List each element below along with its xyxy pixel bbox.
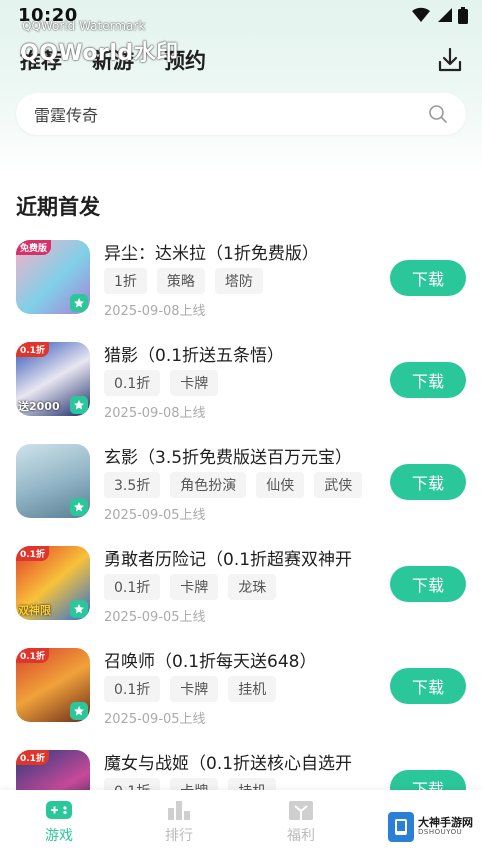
watermark-small-text: QQWorld Watermark bbox=[22, 19, 146, 33]
game-tag: 卡牌 bbox=[170, 574, 219, 600]
download-button[interactable]: 下载 bbox=[390, 566, 466, 602]
game-tag: 卡牌 bbox=[170, 370, 219, 396]
game-tag: 3.5折 bbox=[104, 472, 161, 498]
game-tag: 龙珠 bbox=[228, 574, 277, 600]
game-icon-caption: 送2000 bbox=[18, 400, 60, 413]
game-icon-badge: 0.1折 bbox=[16, 750, 49, 765]
nav-label: 游戏 bbox=[45, 828, 73, 844]
game-item[interactable]: 0.1折 召唤师（0.1折每天送648） 0.1折 卡牌 挂机 2025-09-… bbox=[0, 644, 482, 746]
site-logo: 大神手游网 DSHOUYOU bbox=[388, 812, 473, 842]
game-tags: 0.1折 卡牌 bbox=[104, 370, 219, 396]
game-icon[interactable]: 0.1折 双神限 bbox=[16, 546, 90, 620]
site-logo-icon bbox=[388, 812, 414, 842]
game-icon-badge: 0.1折 bbox=[16, 546, 49, 561]
game-tags: 0.1折 卡牌 挂机 bbox=[104, 676, 277, 702]
game-name: 玄影（3.5折免费版送百万元宝） bbox=[104, 448, 353, 468]
game-tag: 塔防 bbox=[214, 268, 263, 294]
status-icons bbox=[412, 6, 468, 24]
nav-label: 福利 bbox=[287, 828, 315, 844]
game-icon[interactable]: 0.1折 送2000 bbox=[16, 342, 90, 416]
game-tag: 卡牌 bbox=[170, 676, 219, 702]
game-tag: 挂机 bbox=[228, 676, 277, 702]
signal-icon bbox=[438, 8, 452, 22]
game-release-date: 2025-09-08上线 bbox=[104, 406, 206, 421]
gamepad-icon bbox=[46, 801, 72, 819]
game-icon-badge: 0.1折 bbox=[16, 342, 49, 357]
game-icon[interactable] bbox=[16, 444, 90, 518]
watermark-big-text: QQWorld水印 bbox=[20, 41, 179, 66]
site-logo-subtitle: DSHOUYOU bbox=[418, 828, 463, 837]
download-button[interactable]: 下载 bbox=[390, 260, 466, 296]
game-name: 魔女与战姬（0.1折送核心自选开 bbox=[104, 754, 353, 774]
search-bar[interactable] bbox=[16, 93, 466, 135]
game-tags: 1折 策略 塔防 bbox=[104, 268, 263, 294]
wifi-icon bbox=[412, 7, 430, 23]
game-icon-badge: 0.1折 bbox=[16, 648, 49, 663]
game-release-date: 2025-09-05上线 bbox=[104, 508, 206, 523]
game-tag: 0.1折 bbox=[104, 574, 161, 600]
favorite-icon bbox=[70, 600, 88, 618]
download-button[interactable]: 下载 bbox=[390, 362, 466, 398]
nav-item-ranking[interactable]: 排行 bbox=[139, 798, 219, 845]
search-icon[interactable] bbox=[428, 104, 448, 124]
favorite-icon bbox=[70, 294, 88, 312]
game-icon-caption: 双神限 bbox=[18, 604, 51, 617]
game-tag: 策略 bbox=[156, 268, 205, 294]
game-icon[interactable]: 0.1折 bbox=[16, 648, 90, 722]
game-item[interactable]: 玄影（3.5折免费版送百万元宝） 3.5折 角色扮演 仙侠 武侠 2025-09… bbox=[0, 440, 482, 542]
favorite-icon bbox=[70, 396, 88, 414]
game-release-date: 2025-09-05上线 bbox=[104, 610, 206, 625]
game-item[interactable]: 0.1折 送2000 猎影（0.1折送五条悟） 0.1折 卡牌 2025-09-… bbox=[0, 338, 482, 440]
download-button[interactable]: 下载 bbox=[390, 668, 466, 704]
site-logo-text: 大神手游网 DSHOUYOU bbox=[418, 817, 473, 837]
game-name: 勇敢者历险记（0.1折超赛双神开 bbox=[104, 550, 353, 570]
game-name: 猎影（0.1折送五条悟） bbox=[104, 346, 285, 366]
game-list: 免费版 异尘：达米拉（1折免费版） 1折 策略 塔防 2025-09-08上线 … bbox=[0, 236, 482, 848]
download-manager-icon[interactable] bbox=[436, 46, 464, 74]
game-name: 召唤师（0.1折每天送648） bbox=[104, 652, 317, 672]
game-tag: 角色扮演 bbox=[170, 472, 247, 498]
nav-item-games[interactable]: 游戏 bbox=[19, 798, 99, 845]
game-icon[interactable]: 免费版 bbox=[16, 240, 90, 314]
game-tag: 0.1折 bbox=[104, 676, 161, 702]
battery-icon bbox=[458, 6, 468, 24]
game-name: 异尘：达米拉（1折免费版） bbox=[104, 244, 319, 264]
search-input[interactable] bbox=[34, 104, 428, 124]
game-item[interactable]: 0.1折 双神限 勇敢者历险记（0.1折超赛双神开 0.1折 卡牌 龙珠 202… bbox=[0, 542, 482, 644]
game-tag: 武侠 bbox=[314, 472, 363, 498]
favorite-icon bbox=[70, 702, 88, 720]
download-button[interactable]: 下载 bbox=[390, 464, 466, 500]
favorite-icon bbox=[70, 498, 88, 516]
nav-item-welfare[interactable]: 福利 bbox=[261, 798, 341, 845]
game-tag: 0.1折 bbox=[104, 370, 161, 396]
game-icon-badge: 免费版 bbox=[16, 240, 52, 255]
game-item[interactable]: 免费版 异尘：达米拉（1折免费版） 1折 策略 塔防 2025-09-08上线 … bbox=[0, 236, 482, 338]
ranking-icon bbox=[168, 801, 190, 820]
game-release-date: 2025-09-05上线 bbox=[104, 712, 206, 727]
game-tags: 3.5折 角色扮演 仙侠 武侠 bbox=[104, 472, 363, 498]
nav-label: 排行 bbox=[165, 828, 193, 844]
game-tag: 1折 bbox=[104, 268, 147, 294]
game-release-date: 2025-09-08上线 bbox=[104, 304, 206, 319]
section-title: 近期首发 bbox=[16, 195, 100, 219]
game-tags: 0.1折 卡牌 龙珠 bbox=[104, 574, 277, 600]
gift-icon bbox=[289, 801, 313, 820]
game-tag: 仙侠 bbox=[256, 472, 305, 498]
